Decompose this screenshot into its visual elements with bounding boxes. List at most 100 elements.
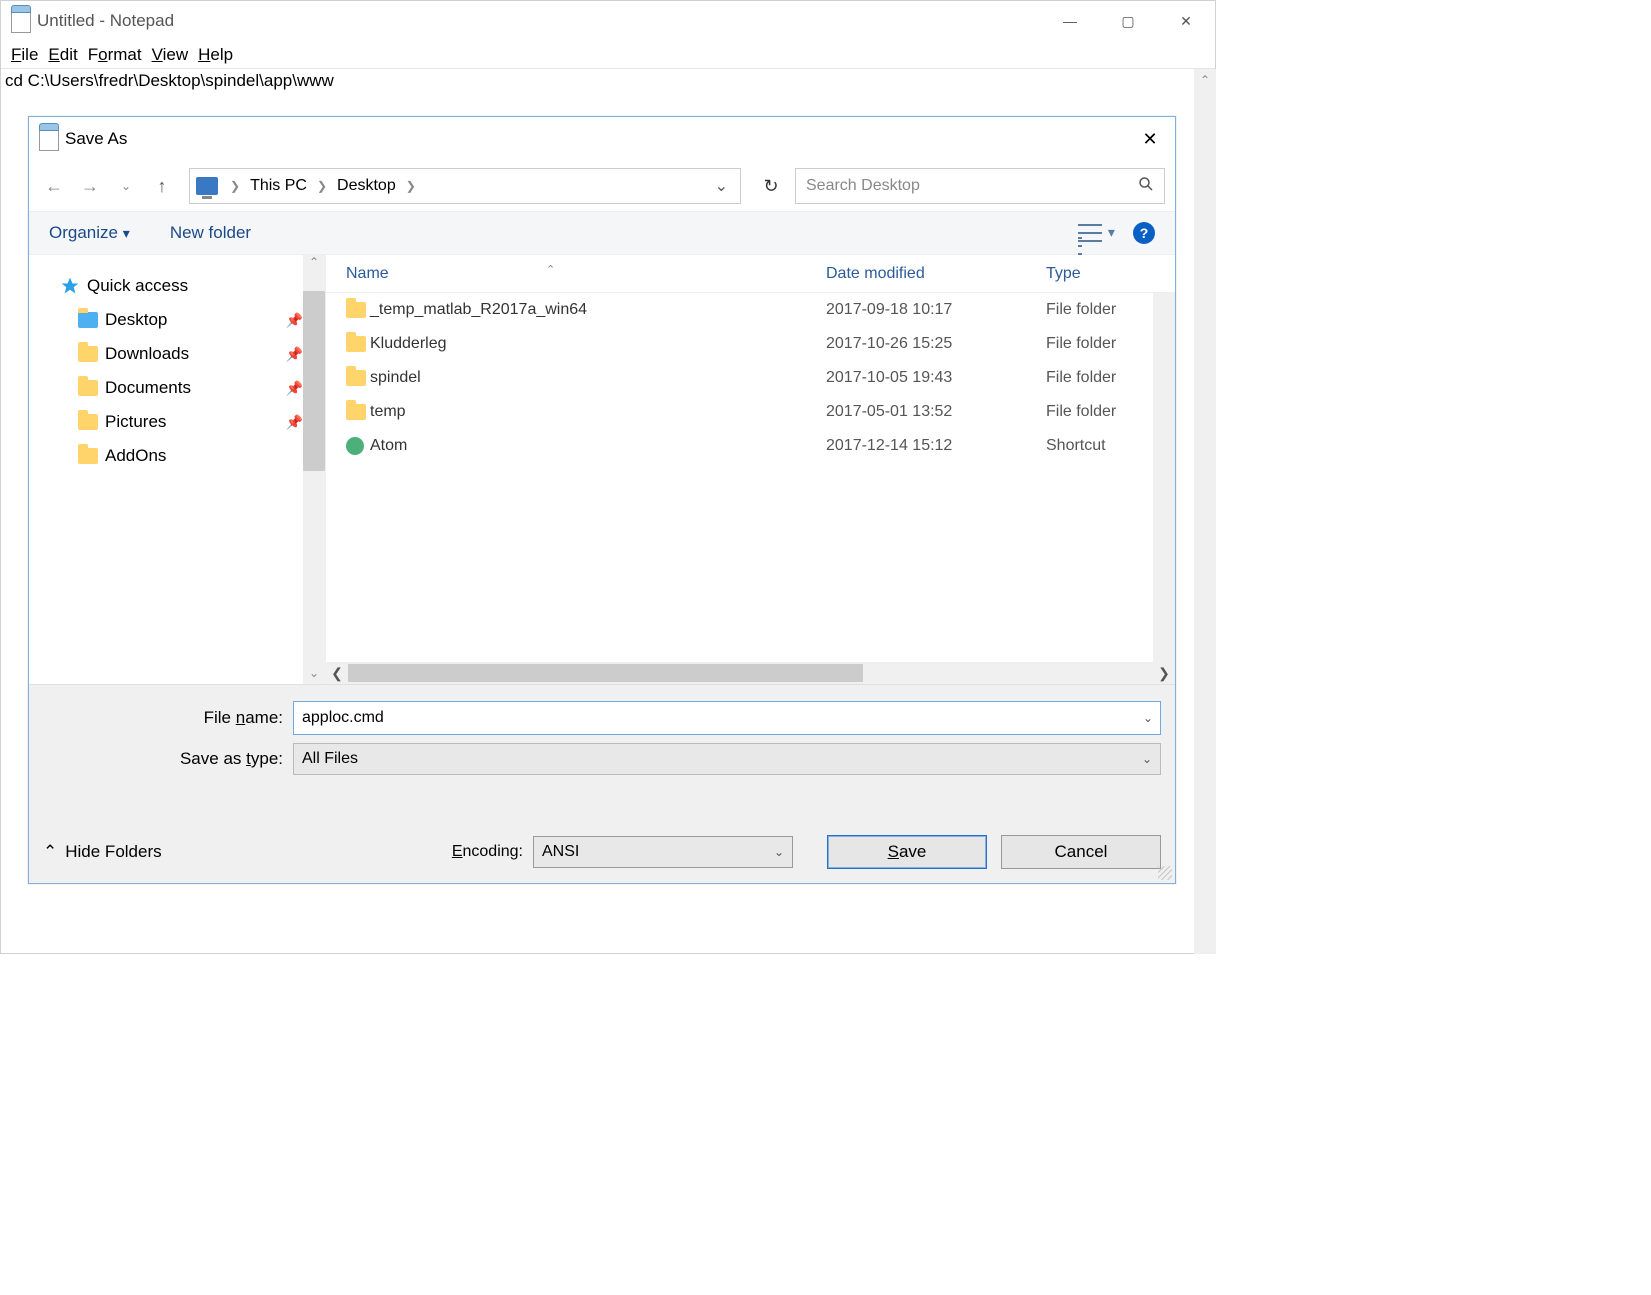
tree-label: Pictures [105,412,166,432]
search-input[interactable] [806,177,1138,195]
folder-icon [346,302,366,318]
chevron-down-icon: ⌄ [1142,752,1152,766]
tree-label: Quick access [87,276,188,296]
file-list-header: Name ⌃ Date modified Type [326,255,1175,293]
file-list-vscrollbar[interactable] [1153,293,1175,662]
menu-file[interactable]: File [7,43,42,67]
nav-up-button[interactable]: ↑ [147,171,177,201]
pin-icon[interactable]: 📌 [286,312,303,329]
dialog-form: File name: ⌄ Save as type: All Files ⌄ ⌃… [29,684,1175,883]
column-name[interactable]: Name ⌃ [346,265,826,283]
file-date: 2017-09-18 10:17 [826,301,1046,319]
chevron-right-icon[interactable]: ❯ [313,179,331,193]
list-view-icon [1078,224,1102,242]
star-icon [59,276,81,296]
file-name: Kludderleg [370,335,826,353]
menu-help[interactable]: Help [194,43,237,67]
saveastype-select[interactable]: All Files ⌄ [293,743,1161,775]
file-row[interactable]: spindel2017-10-05 19:43File folder [326,361,1175,395]
file-list-hscrollbar[interactable]: ❮❯ [326,662,1175,684]
file-row[interactable]: Atom2017-12-14 15:12Shortcut [326,429,1175,463]
new-folder-button[interactable]: New folder [170,223,251,243]
file-row[interactable]: temp2017-05-01 13:52File folder [326,395,1175,429]
minimize-button[interactable]: — [1041,2,1099,40]
dialog-title: Save As [65,129,127,149]
folder-icon [346,336,366,352]
filename-input[interactable] [293,701,1161,735]
file-date: 2017-10-05 19:43 [826,369,1046,387]
file-name: spindel [370,369,826,387]
folder-icon [77,446,99,466]
save-as-dialog: Save As ✕ ← → ⌄ ↑ ❯ This PC ❯ Desktop ❯ … [28,116,1176,884]
save-button[interactable]: Save [827,835,987,869]
refresh-button[interactable]: ↻ [753,168,789,204]
encoding-label: Encoding: [452,843,523,861]
view-options-button[interactable]: ▾ [1078,224,1115,242]
folder-icon [346,404,366,420]
help-button[interactable]: ? [1133,222,1155,244]
resize-grip[interactable] [1158,866,1172,880]
editor-text: cd C:\Users\fredr\Desktop\spindel\app\ww… [5,71,334,90]
file-name: Atom [370,437,826,455]
file-date: 2017-05-01 13:52 [826,403,1046,421]
menu-view[interactable]: View [148,43,193,67]
file-date: 2017-10-26 15:25 [826,335,1046,353]
chevron-down-icon: ⌄ [774,845,784,859]
search-box[interactable] [795,168,1165,204]
nav-forward-button[interactable]: → [75,171,105,201]
pin-icon[interactable]: 📌 [286,346,303,363]
maximize-button[interactable]: ▢ [1099,2,1157,40]
file-date: 2017-12-14 15:12 [826,437,1046,455]
nav-back-button[interactable]: ← [39,171,69,201]
folder-icon [77,310,99,330]
dialog-titlebar[interactable]: Save As ✕ [29,117,1175,161]
notepad-menubar: File Edit Format View Help [1,41,1215,69]
tree-desktop[interactable]: Desktop 📌 [59,303,321,337]
tree-scrollbar[interactable]: ⌃⌄ [303,255,325,684]
breadcrumb-root[interactable]: This PC [248,177,309,195]
tree-quick-access[interactable]: Quick access [59,269,321,303]
address-bar[interactable]: ❯ This PC ❯ Desktop ❯ ⌄ [189,168,741,204]
file-name: temp [370,403,826,421]
dialog-icon [39,127,59,151]
chevron-down-icon[interactable]: ⌄ [1143,711,1153,725]
file-row[interactable]: Kludderleg2017-10-26 15:25File folder [326,327,1175,361]
cancel-button[interactable]: Cancel [1001,835,1161,869]
folder-icon [346,370,366,386]
tree-addons[interactable]: AddOns [59,439,321,473]
address-dropdown[interactable]: ⌄ [709,176,734,196]
organize-button[interactable]: Organize ▾ [49,223,130,243]
tree-label: AddOns [105,446,166,466]
chevron-right-icon[interactable]: ❯ [402,179,420,193]
breadcrumb-folder[interactable]: Desktop [335,177,398,195]
notepad-scrollbar[interactable] [1194,69,1216,954]
close-button[interactable]: ✕ [1157,2,1215,40]
dialog-nav: ← → ⌄ ↑ ❯ This PC ❯ Desktop ❯ ⌄ ↻ [29,161,1175,211]
column-date[interactable]: Date modified [826,265,1046,283]
folder-icon [77,378,99,398]
hide-folders-button[interactable]: ⌃ Hide Folders [43,842,162,862]
this-pc-icon [196,177,218,195]
chevron-up-icon: ⌃ [43,842,57,862]
pin-icon[interactable]: 📌 [286,414,303,431]
file-row[interactable]: _temp_matlab_R2017a_win642017-09-18 10:1… [326,293,1175,327]
folder-icon [77,344,99,364]
tree-documents[interactable]: Documents 📌 [59,371,321,405]
notepad-titlebar[interactable]: Untitled - Notepad — ▢ ✕ [1,1,1215,41]
menu-edit[interactable]: Edit [44,43,81,67]
encoding-select[interactable]: ANSI ⌄ [533,836,793,868]
nav-recent-button[interactable]: ⌄ [111,171,141,201]
dialog-close-button[interactable]: ✕ [1125,119,1175,159]
tree-pictures[interactable]: Pictures 📌 [59,405,321,439]
menu-format[interactable]: Format [84,43,146,67]
column-type[interactable]: Type [1046,265,1175,283]
file-name: _temp_matlab_R2017a_win64 [370,301,826,319]
tree-label: Desktop [105,310,167,330]
pin-icon[interactable]: 📌 [286,380,303,397]
dialog-toolbar: Organize ▾ New folder ▾ ? [29,211,1175,255]
notepad-icon [11,9,31,33]
tree-downloads[interactable]: Downloads 📌 [59,337,321,371]
chevron-right-icon[interactable]: ❯ [226,179,244,193]
search-icon[interactable] [1138,176,1154,197]
nav-tree: Quick access Desktop 📌 Downloads 📌 Docum… [29,255,325,684]
